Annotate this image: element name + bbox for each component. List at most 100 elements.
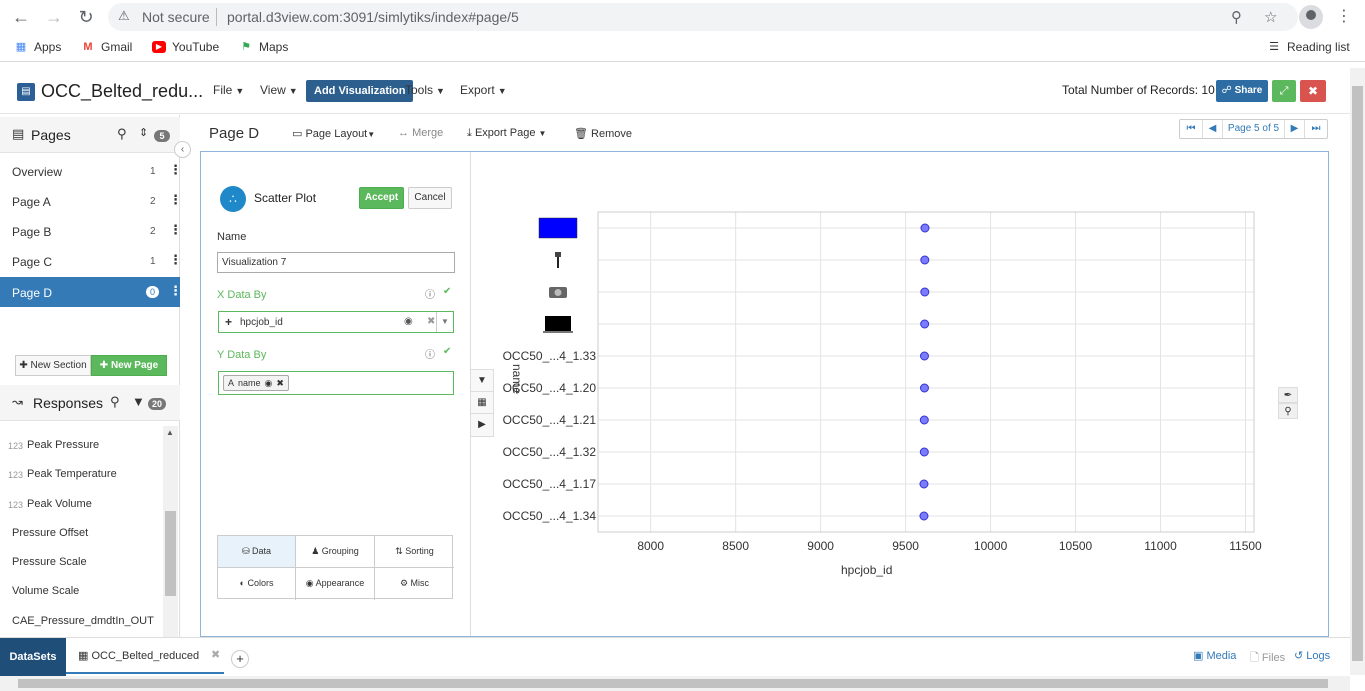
y-data-chip[interactable]: A name ◉ ✖ bbox=[223, 375, 289, 391]
responses-scrollbar[interactable]: ▲ bbox=[163, 426, 178, 637]
info-icon[interactable]: ⓘ bbox=[425, 286, 435, 301]
tab-grouping[interactable]: ♟ Grouping bbox=[296, 536, 375, 568]
scrollbar-thumb[interactable] bbox=[165, 511, 176, 596]
view-menu[interactable]: View ▼ bbox=[260, 83, 298, 97]
tab-colors[interactable]: ◐ Colors bbox=[218, 568, 296, 600]
last-page-icon[interactable]: ⏭ bbox=[1305, 120, 1327, 138]
tab-misc[interactable]: ⚙ Misc bbox=[375, 568, 454, 600]
scatter-point[interactable] bbox=[919, 447, 929, 457]
bookmark-maps[interactable]: ⚑ Maps bbox=[239, 40, 288, 54]
page-item-page-b[interactable]: Page B 2 ⋮ bbox=[0, 216, 182, 246]
response-item[interactable]: 123 Peak Pressure bbox=[0, 431, 162, 460]
x-data-select[interactable]: + hpcjob_id ◉ ✖ ▼ bbox=[218, 311, 454, 333]
zoom-in-icon[interactable]: ⚲ bbox=[1278, 403, 1298, 419]
page-item-page-d[interactable]: Page D 0 ⋮ bbox=[0, 277, 182, 307]
response-item[interactable]: Volume Scale bbox=[0, 577, 162, 606]
cancel-button[interactable]: Cancel bbox=[408, 187, 452, 209]
scatter-point[interactable] bbox=[920, 287, 930, 297]
play-icon[interactable]: ▶ bbox=[471, 414, 493, 436]
eye-icon[interactable]: ◉ bbox=[404, 316, 413, 327]
logs-link[interactable]: ↺ Logs bbox=[1294, 649, 1330, 662]
y-data-select[interactable]: A name ◉ ✖ bbox=[218, 371, 454, 395]
reload-icon[interactable]: ↻ bbox=[74, 5, 98, 29]
search-icon[interactable]: ⚲ bbox=[110, 394, 120, 410]
scatter-point[interactable] bbox=[920, 255, 930, 265]
scatter-point[interactable] bbox=[920, 223, 930, 233]
add-dataset-button[interactable]: + bbox=[231, 650, 249, 668]
close-icon[interactable]: ✖ bbox=[1300, 80, 1326, 102]
page-options-icon[interactable]: ⋮ bbox=[169, 252, 182, 268]
new-page-button[interactable]: ✚ New Page bbox=[91, 355, 167, 376]
table-icon[interactable]: ▦ bbox=[471, 392, 493, 414]
page-options-icon[interactable]: ⋮ bbox=[169, 283, 182, 299]
scatter-point[interactable] bbox=[919, 351, 929, 361]
share-button[interactable]: ☍ Share bbox=[1216, 80, 1268, 102]
export-page-menu[interactable]: ⤓ Export Page ▼ bbox=[467, 127, 546, 140]
add-visualization-button[interactable]: Add Visualization bbox=[306, 80, 414, 102]
tab-appearance[interactable]: ◉ Appearance bbox=[296, 568, 375, 600]
page-vertical-scrollbar[interactable] bbox=[1350, 68, 1365, 675]
next-page-icon[interactable]: ▶ bbox=[1285, 120, 1305, 138]
new-section-button[interactable]: ✚ New Section bbox=[15, 355, 91, 376]
close-tab-icon[interactable]: ✖ bbox=[211, 648, 220, 661]
back-arrow-icon[interactable]: ← bbox=[9, 5, 33, 29]
prev-page-icon[interactable]: ◀ bbox=[1203, 120, 1223, 138]
files-link[interactable]: 🗋 Files bbox=[1250, 649, 1285, 668]
response-item[interactable]: CAE_Pressure_dmdtIn_OUT bbox=[0, 607, 162, 636]
profile-avatar-icon[interactable] bbox=[1299, 5, 1323, 29]
tab-sorting[interactable]: ⇅ Sorting bbox=[375, 536, 454, 568]
page-layout-menu[interactable]: ▭ Page Layout▼ bbox=[292, 127, 375, 140]
merge-button[interactable]: ↔ Merge bbox=[398, 127, 443, 139]
url-text[interactable]: portal.d3view.com:3091/simlytiks/index#p… bbox=[227, 9, 519, 25]
address-bar[interactable]: ⚠ Not secure portal.d3view.com:3091/siml… bbox=[108, 3, 1298, 31]
bookmark-apps[interactable]: ▦ Apps bbox=[14, 40, 62, 54]
scatter-point[interactable] bbox=[919, 511, 929, 521]
scrollbar-thumb[interactable] bbox=[18, 679, 1328, 688]
response-item[interactable]: 123 Peak Volume bbox=[0, 490, 162, 519]
page-item-page-c[interactable]: Page C 1 ⋮ bbox=[0, 246, 182, 276]
forward-arrow-icon[interactable]: → bbox=[42, 5, 66, 29]
scrollbar-thumb[interactable] bbox=[1352, 86, 1363, 661]
response-item[interactable]: Pressure Scale bbox=[0, 548, 162, 577]
page-horizontal-scrollbar[interactable] bbox=[0, 676, 1350, 691]
first-page-icon[interactable]: ⏮ bbox=[1180, 120, 1203, 138]
filter-icon[interactable]: ▼ bbox=[132, 394, 145, 409]
bookmark-youtube[interactable]: ▶ YouTube bbox=[152, 40, 219, 54]
export-menu[interactable]: Export ▼ bbox=[460, 83, 507, 97]
file-menu[interactable]: File ▼ bbox=[213, 83, 244, 97]
scatter-point[interactable] bbox=[919, 479, 929, 489]
page-item-overview[interactable]: Overview 1 ⋮ bbox=[0, 156, 182, 186]
scatter-point[interactable] bbox=[919, 415, 929, 425]
dropdown-arrow-icon[interactable]: ▼ bbox=[436, 312, 453, 332]
name-input[interactable]: Visualization 7 bbox=[217, 252, 455, 273]
bookmark-star-icon[interactable]: ☆ bbox=[1264, 8, 1277, 26]
accept-button[interactable]: Accept bbox=[359, 187, 404, 209]
browser-menu-icon[interactable]: ⋮ bbox=[1336, 6, 1352, 26]
clear-icon[interactable]: ✖ bbox=[427, 316, 435, 327]
eye-icon[interactable]: ◉ bbox=[265, 376, 273, 390]
brush-icon[interactable]: ✒ bbox=[1278, 387, 1298, 403]
page-options-icon[interactable]: ⋮ bbox=[169, 222, 182, 238]
info-icon[interactable]: ⓘ bbox=[425, 346, 435, 361]
tab-data[interactable]: ⛁ Data bbox=[218, 536, 296, 568]
response-item[interactable]: 123 Peak Temperature bbox=[0, 460, 162, 489]
page-options-icon[interactable]: ⋮ bbox=[169, 192, 182, 208]
scroll-up-icon[interactable]: ▲ bbox=[166, 428, 174, 437]
expand-icon[interactable]: ⤢ bbox=[1272, 80, 1296, 102]
dataset-tab[interactable]: ▦ OCC_Belted_reduced ✖ bbox=[66, 638, 224, 674]
response-item[interactable]: Pressure Offset bbox=[0, 519, 162, 548]
search-icon[interactable]: ⚲ bbox=[117, 126, 127, 142]
remove-button[interactable]: 🗑 Remove bbox=[574, 127, 632, 140]
tools-menu[interactable]: Tools ▼ bbox=[405, 83, 445, 97]
page-item-page-a[interactable]: Page A 2 ⋮ bbox=[0, 186, 182, 216]
scatter-point[interactable] bbox=[920, 319, 930, 329]
datasets-button[interactable]: DataSets bbox=[0, 638, 66, 676]
zoom-icon[interactable]: ⚲ bbox=[1231, 8, 1242, 26]
media-link[interactable]: ▣ Media bbox=[1193, 649, 1236, 662]
bookmark-gmail[interactable]: M Gmail bbox=[81, 40, 132, 54]
reading-list[interactable]: ☰ Reading list bbox=[1267, 40, 1350, 54]
filter-icon[interactable]: ▼ bbox=[471, 370, 493, 392]
remove-chip-icon[interactable]: ✖ bbox=[276, 376, 284, 390]
sort-icon[interactable]: ⇕ bbox=[139, 126, 148, 139]
page-options-icon[interactable]: ⋮ bbox=[169, 162, 182, 178]
